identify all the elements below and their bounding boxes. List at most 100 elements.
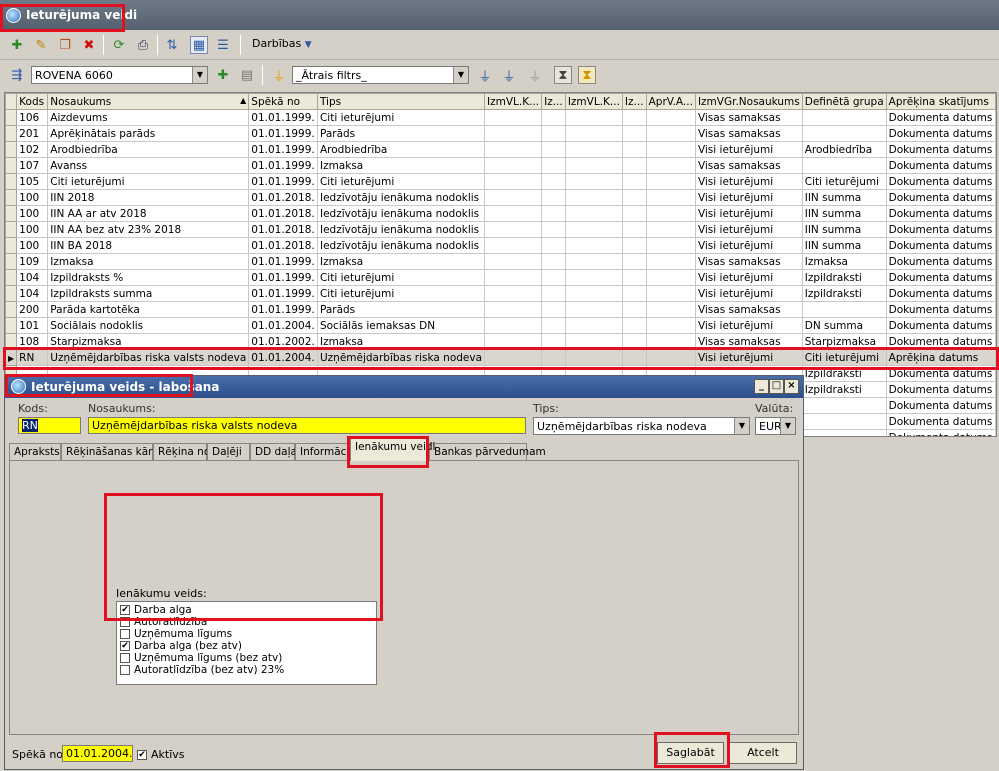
- main-toolbar: ✚ ✎ ❐ ✖ ⟳ ⎙ ⇅ ▦ ☰ Darbības ▼: [0, 30, 999, 60]
- cancel-button[interactable]: Atcelt: [729, 742, 797, 764]
- column-header[interactable]: IzmVGr.Nosaukums: [694, 93, 803, 110]
- table-row[interactable]: 100 IIN AA ar atv 2018 01.01.2018. Iedzīvot…: [5, 205, 996, 222]
- table-cell: Sociālās iemaksas DN: [316, 317, 486, 334]
- table-row[interactable]: 101 Sociālais nodoklis 01.01.2004. Sociālās…: [5, 317, 996, 334]
- row-indicator-header: [5, 93, 18, 110]
- table-row[interactable]: 102 Arodbiedrība 01.01.1999. Arodbiedrība Vi…: [5, 141, 996, 158]
- ienakumu-listbox[interactable]: ✔ Darba alga Autoratlīdzība Uzņēmuma līgums…: [116, 601, 377, 685]
- table-cell: Dokumenta datums: [885, 333, 996, 350]
- column-header[interactable]: Nosaukums ▲: [47, 93, 250, 110]
- quick-filter-select[interactable]: _Ātrais filtrs_ ▼: [292, 66, 469, 84]
- table-row[interactable]: 104 Izpildraksts summa 01.01.1999. Citi iet…: [5, 285, 996, 302]
- table-row[interactable]: 106 Aizdevums 01.01.1999. Citi ieturējumi Vi…: [5, 109, 996, 126]
- tab[interactable]: Rēķina no: [153, 443, 210, 460]
- aktivs-checkbox[interactable]: ✔ Aktīvs: [137, 748, 185, 761]
- table-cell: [645, 237, 696, 254]
- table-cell: 01.01.2004.: [248, 317, 318, 334]
- table-cell: [621, 157, 647, 174]
- table-row[interactable]: 108 Starpizmaksa 01.01.2002. Izmaksa Visas s…: [5, 333, 996, 350]
- table-row[interactable]: 100 IIN AA bez atv 23% 2018 01.01.2018. Ied…: [5, 221, 996, 238]
- row-indicator: [5, 205, 18, 222]
- column-header[interactable]: Spēkā no: [248, 93, 318, 110]
- company-select[interactable]: ROVENA 6060 ▼: [31, 66, 208, 84]
- current-row-icon: ▶: [8, 353, 15, 363]
- table-cell: [621, 173, 647, 190]
- tab[interactable]: Ienākumu veidi: [350, 438, 435, 461]
- table-cell: 01.01.1999.: [248, 109, 318, 126]
- row-indicator: [5, 141, 18, 158]
- minimize-button[interactable]: _: [754, 379, 769, 394]
- table-cell: IIN BA 2018: [47, 237, 250, 254]
- copy-icon[interactable]: ❐: [56, 36, 74, 54]
- table-row[interactable]: 109 Izmaksa 01.01.1999. Izmaksa Visas samaks…: [5, 253, 996, 270]
- table-cell: [621, 301, 647, 318]
- tab[interactable]: Apraksts: [9, 443, 61, 460]
- ienakumu-item[interactable]: ✔ Darba alga (bez atv): [120, 640, 373, 652]
- column-header[interactable]: Kods: [16, 93, 49, 110]
- tips-select[interactable]: Uzņēmējdarbības riska nodeva ▼: [533, 417, 750, 435]
- speka-no-label: Spēkā no:: [12, 748, 67, 761]
- maximize-button[interactable]: □: [769, 379, 784, 394]
- table-cell: [645, 269, 696, 286]
- column-header[interactable]: IzmVL.K...: [564, 93, 623, 110]
- add-company-icon[interactable]: ✚: [214, 66, 232, 84]
- table-row[interactable]: 105 Citi ieturējumi 01.01.1999. Citi ieturē…: [5, 173, 996, 190]
- close-button[interactable]: ×: [784, 379, 799, 394]
- tab[interactable]: Informācija: [295, 443, 359, 460]
- edit-icon[interactable]: ✎: [32, 36, 50, 54]
- list-icon[interactable]: ▤: [238, 66, 256, 84]
- save-button[interactable]: Saglabāt: [657, 742, 724, 764]
- table-cell: Iedzīvotāju ienākuma nodoklis: [316, 205, 486, 222]
- tab[interactable]: Daļēji: [207, 443, 250, 460]
- filter-icon[interactable]: ⏚: [270, 66, 288, 85]
- add-filter-icon[interactable]: ⏚: [476, 66, 494, 85]
- table-row[interactable]: 201 Aprēķinātais parāds 01.01.1999. Parāds V…: [5, 125, 996, 142]
- table-row[interactable]: 100 IIN BA 2018 01.01.2018. Iedzīvotāju ien…: [5, 237, 996, 254]
- sort-icon[interactable]: ⇅: [163, 36, 181, 54]
- print-icon[interactable]: ⎙: [134, 36, 152, 54]
- table-cell: Sociālais nodoklis: [47, 317, 250, 334]
- ienakumu-item[interactable]: Autoratlīdzība: [120, 616, 373, 628]
- column-header[interactable]: IzmVL.K...: [484, 93, 543, 110]
- table-row[interactable]: ▶ RN Uzņēmējdarbības riska valsts nodeva 01…: [5, 349, 996, 366]
- table-cell: 01.01.2018.: [248, 189, 318, 206]
- column-header[interactable]: Iz...: [621, 93, 647, 110]
- column-header[interactable]: Definētā grupa: [801, 93, 887, 110]
- checkbox-icon: [120, 665, 130, 675]
- tab[interactable]: DD daļa: [250, 443, 297, 460]
- table-row[interactable]: 104 Izpildraksts % 01.01.1999. Citi ieturēj…: [5, 269, 996, 286]
- refresh-icon[interactable]: ⟳: [110, 36, 128, 54]
- column-header[interactable]: Iz...: [541, 93, 566, 110]
- hourglass-icon[interactable]: ⧗: [554, 66, 572, 84]
- ienakumu-item[interactable]: Uzņēmuma līgums (bez atv): [120, 652, 373, 664]
- nosaukums-field[interactable]: Uzņēmējdarbības riska valsts nodeva: [88, 417, 526, 434]
- table-row[interactable]: 200 Parāda kartotēka 01.01.1999. Parāds Visa…: [5, 301, 996, 318]
- delete-icon[interactable]: ✖: [80, 36, 98, 54]
- column-header[interactable]: Tips: [316, 93, 486, 110]
- column-header[interactable]: Aprēķina skatījums: [885, 93, 996, 110]
- table-row[interactable]: 107 Avanss 01.01.1999. Izmaksa Visas samaksa…: [5, 157, 996, 174]
- tab[interactable]: Rēķināšanas kārtība: [61, 443, 173, 460]
- table-cell: Visi ieturējumi: [694, 349, 803, 366]
- ienakumu-item[interactable]: ✔ Darba alga: [120, 604, 373, 616]
- table-cell: 01.01.2018.: [248, 237, 318, 254]
- speka-no-field[interactable]: 01.01.2004.: [62, 745, 133, 762]
- edit-filter-icon[interactable]: ⏚: [500, 66, 518, 85]
- chevron-down-icon: ▼: [304, 40, 312, 50]
- actions-menu[interactable]: Darbības ▼: [252, 37, 312, 50]
- tab[interactable]: Bankas pārvedumam: [429, 443, 546, 460]
- table-cell: 01.01.1999.: [248, 173, 318, 190]
- grid-view-icon[interactable]: ▦: [190, 36, 208, 54]
- hourglass-filter-icon[interactable]: ⧗: [578, 66, 596, 84]
- table-cell: Starpizmaksa: [47, 333, 250, 350]
- kods-field[interactable]: RN: [18, 417, 81, 434]
- valuta-select[interactable]: EUR ▼: [755, 417, 796, 435]
- table-cell: [621, 109, 647, 126]
- tree-view-icon[interactable]: ☰: [214, 36, 232, 54]
- ienakumu-item[interactable]: Autoratlīdzība (bez atv) 23%: [120, 664, 373, 676]
- clear-filter-icon[interactable]: ⏚: [526, 66, 544, 85]
- column-header[interactable]: AprV.A...: [645, 93, 696, 110]
- ienakumu-item[interactable]: Uzņēmuma līgums: [120, 628, 373, 640]
- table-row[interactable]: 100 IIN 2018 01.01.2018. Iedzīvotāju ienāku…: [5, 189, 996, 206]
- add-icon[interactable]: ✚: [8, 36, 26, 54]
